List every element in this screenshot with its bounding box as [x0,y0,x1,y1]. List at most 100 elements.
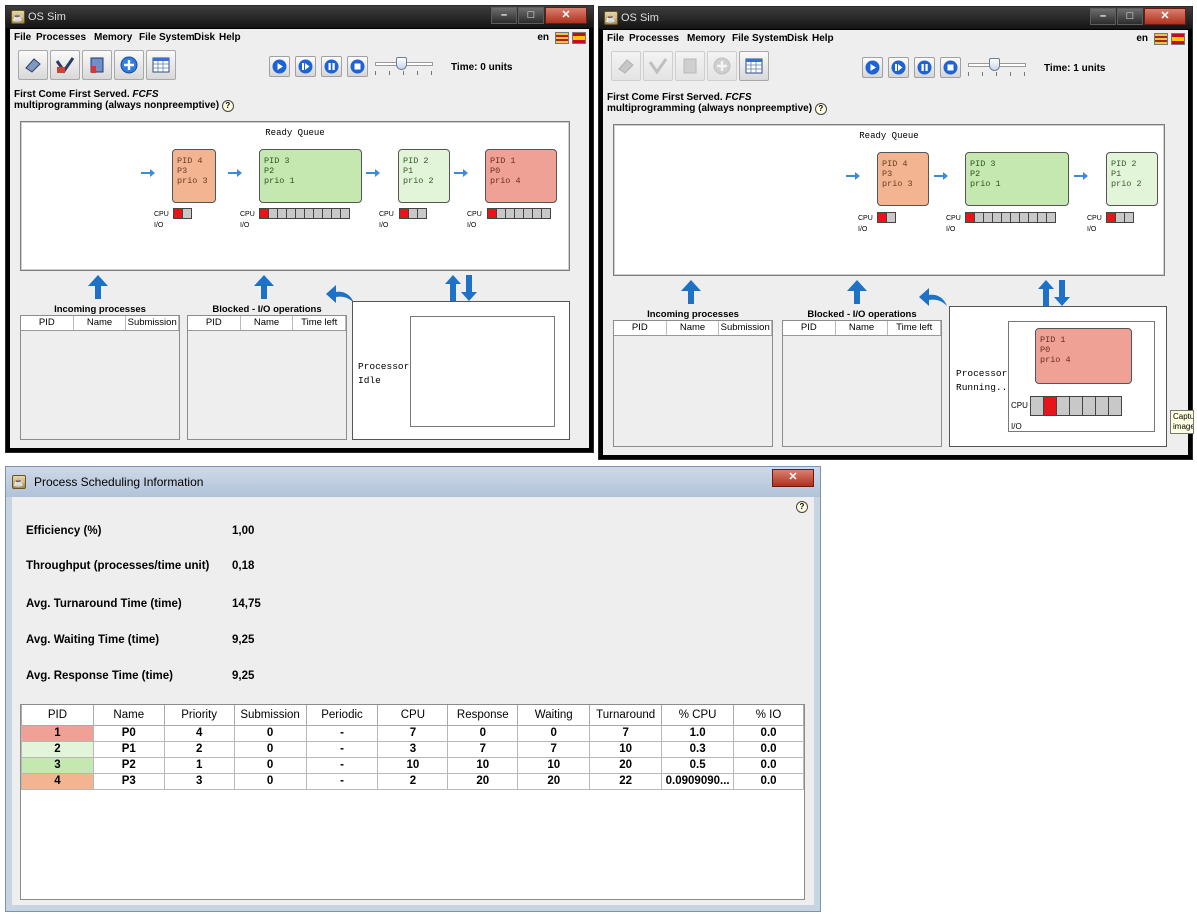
speed-slider[interactable] [968,58,1026,78]
menu-file[interactable]: File [607,33,624,44]
cell-periodic: - [305,772,379,790]
process-config-button[interactable] [82,50,112,80]
menu-disk[interactable]: Disk [787,33,808,44]
menu-processes[interactable]: Processes [629,33,679,44]
menu-processes[interactable]: Processes [36,32,86,43]
slider-thumb[interactable] [989,58,1000,71]
column-header-name[interactable]: Name [92,705,165,726]
pause-button[interactable] [914,57,935,78]
column-header-name[interactable]: Name [241,316,294,330]
column-header-pid[interactable]: PID [21,705,94,726]
english-flag-icon[interactable] [555,32,569,44]
column-header-name[interactable]: Name [836,321,889,335]
speed-slider[interactable] [375,57,433,77]
column-header-pid[interactable]: PID [21,316,74,330]
menu-help[interactable]: Help [812,33,834,44]
menu-file-system[interactable]: File System [732,33,788,44]
maximize-button[interactable]: □ [1117,8,1143,25]
menu-file[interactable]: File [14,32,31,43]
table-row[interactable]: 3 P2 1 0-10 10 10 20 0.5 0.0 [21,756,804,774]
spanish-flag-icon[interactable] [1171,33,1185,45]
column-header-pid[interactable]: PID [188,316,241,330]
ready-process-p3[interactable]: PID 4 P3 prio 3 [877,152,929,206]
stop-button[interactable] [940,57,961,78]
queue-arrow-icon [366,169,380,177]
column-header-cpu[interactable]: CPU [377,705,449,726]
cell-name: P0 [92,724,165,742]
results-table-container[interactable]: PID Name Priority Submission Periodic CPU Resp… [20,704,805,900]
title-bar[interactable]: ☕ Process Scheduling Information ✕ [6,467,820,497]
column-header-name[interactable]: Name [74,316,127,330]
cell-cpu: 3 [377,740,449,758]
column-header-priority[interactable]: Priority [163,705,235,726]
english-flag-icon[interactable] [1154,33,1168,45]
eraser-button[interactable] [18,50,48,80]
ready-process-p1[interactable]: PID 2 P1 prio 2 [398,149,450,203]
menu-file-system[interactable]: File System [139,32,195,43]
help-icon[interactable]: ? [221,100,234,112]
table-row[interactable]: 4 P3 3 0-2 20 20 22 0.0909090... 0.0 [21,772,804,790]
cpu-burst-cell [340,208,350,219]
column-header-submission[interactable]: Submission [233,705,307,726]
column-header-turnaround[interactable]: Turnaround [589,705,663,726]
stop-button[interactable] [347,56,368,77]
column-header-pid[interactable]: PID [783,321,836,335]
results-table[interactable]: PID Name Priority Submission Periodic CPU Resp… [21,705,804,790]
cell-waiting: 20 [517,772,591,790]
play-button[interactable] [269,56,290,77]
maximize-button[interactable]: □ [518,7,544,24]
step-button[interactable] [888,57,909,78]
close-button[interactable]: ✕ [545,7,587,24]
step-button[interactable] [295,56,316,77]
table-row[interactable]: 2 P1 2 0-3 7 7 10 0.3 0.0 [21,740,804,758]
ready-process-p2[interactable]: PID 3 P2 prio 1 [259,149,362,203]
column-header-submission[interactable]: Submission [719,321,773,335]
ready-process-p0[interactable]: PID 1 P0 prio 4 [485,149,557,203]
column-header-name[interactable]: Name [667,321,720,335]
column-header-pid[interactable]: PID [614,321,667,335]
column-header-submission[interactable]: Submission [126,316,180,330]
add-process-button[interactable] [707,51,737,81]
close-button[interactable]: ✕ [772,469,814,487]
process-config-button[interactable] [675,51,705,81]
play-button[interactable] [862,57,883,78]
title-bar[interactable]: ☕ OS Sim – □ ✕ [6,6,593,28]
add-process-button[interactable] [114,50,144,80]
incoming-processes-table[interactable]: PID Name Submission [613,320,773,447]
menu-memory[interactable]: Memory [687,33,725,44]
column-header-waiting[interactable]: Waiting [517,705,591,726]
incoming-processes-table[interactable]: PID Name Submission [20,315,180,440]
column-header-pct-io[interactable]: % IO [733,705,804,726]
menu-memory[interactable]: Memory [94,32,132,43]
open-save-button[interactable] [50,50,80,80]
spreadsheet-button[interactable] [739,51,769,81]
running-process-p0[interactable]: PID 1 P0 prio 4 [1035,328,1132,384]
table-row[interactable]: 1 P0 4 0-7 0 0 7 1.0 0.0 [21,724,804,742]
open-save-button[interactable] [643,51,673,81]
help-icon[interactable]: ? [796,501,808,513]
ready-process-p2[interactable]: PID 3 P2 prio 1 [965,152,1069,206]
blocked-io-table[interactable]: PID Name Time left [187,315,347,440]
close-button[interactable]: ✕ [1144,8,1186,25]
minimize-button[interactable]: – [1090,8,1116,25]
ready-process-p3[interactable]: PID 4 P3 prio 3 [172,149,216,203]
blocked-io-table[interactable]: PID Name Time left [782,320,942,447]
column-header-time-left[interactable]: Time left [293,316,347,330]
slider-thumb[interactable] [396,57,407,70]
eraser-button[interactable] [611,51,641,81]
cell-pct-io: 0.0 [733,756,804,774]
column-header-response[interactable]: Response [447,705,519,726]
ready-process-p1[interactable]: PID 2 P1 prio 2 [1106,152,1158,206]
spanish-flag-icon[interactable] [572,32,586,44]
pause-button[interactable] [321,56,342,77]
os-sim-window-left: ☕ OS Sim – □ ✕ File Processes Memory Fil… [5,5,594,453]
column-header-periodic[interactable]: Periodic [305,705,379,726]
minimize-button[interactable]: – [491,7,517,24]
menu-help[interactable]: Help [219,32,241,43]
title-bar[interactable]: ☕ OS Sim – □ ✕ [599,7,1192,29]
menu-disk[interactable]: Disk [194,32,215,43]
column-header-pct-cpu[interactable]: % CPU [661,705,735,726]
spreadsheet-button[interactable] [146,50,176,80]
column-header-time-left[interactable]: Time left [888,321,942,335]
help-icon[interactable]: ? [814,103,827,115]
